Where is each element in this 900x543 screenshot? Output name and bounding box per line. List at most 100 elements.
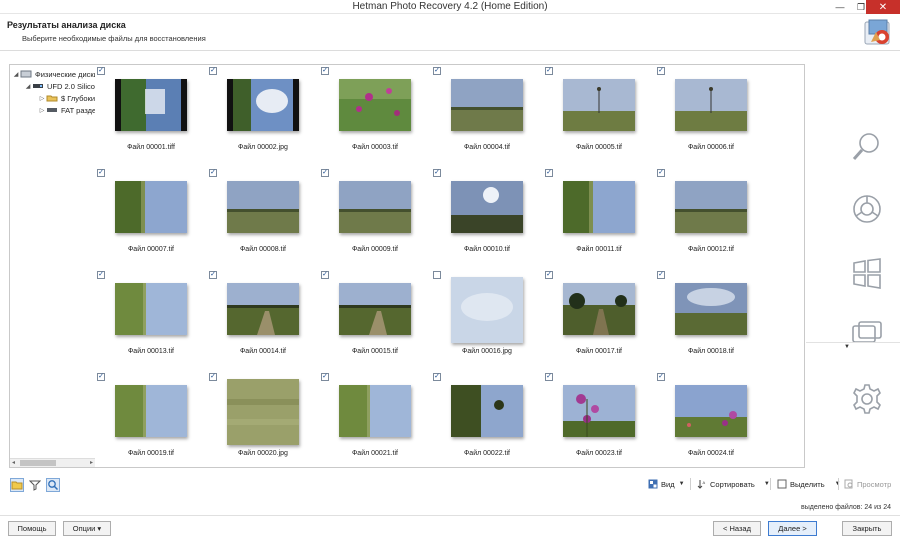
file-checkbox[interactable]: ✓ bbox=[209, 373, 217, 381]
expand-arrow-icon[interactable]: ▷ bbox=[38, 95, 46, 102]
file-item[interactable]: ✓ Файл 00007.tif bbox=[95, 167, 207, 269]
file-thumbnail[interactable] bbox=[451, 181, 523, 233]
file-thumbnail[interactable] bbox=[563, 79, 635, 131]
file-item[interactable]: ✓ Файл 00004.tif bbox=[431, 65, 543, 167]
file-checkbox[interactable]: ✓ bbox=[433, 67, 441, 75]
file-thumbnail[interactable] bbox=[339, 385, 411, 437]
file-item[interactable]: ✓ Файл 00011.tif bbox=[543, 167, 655, 269]
file-thumbnail[interactable] bbox=[115, 283, 187, 335]
file-thumbnail[interactable] bbox=[227, 79, 299, 131]
tree-item-fat[interactable]: ▷ FAT раздел bbox=[38, 104, 95, 116]
scroll-thumb[interactable] bbox=[20, 460, 56, 466]
file-thumbnail[interactable] bbox=[675, 181, 747, 233]
file-checkbox[interactable]: ✓ bbox=[657, 271, 665, 279]
file-item[interactable]: Файл 00016.jpg bbox=[431, 269, 543, 371]
file-checkbox[interactable]: ✓ bbox=[97, 169, 105, 177]
file-item[interactable]: ✓ Файл 00005.tif bbox=[543, 65, 655, 167]
search-tool-icon[interactable] bbox=[850, 130, 884, 164]
recovery-wheel-icon[interactable] bbox=[850, 192, 884, 226]
file-item[interactable]: ✓ Файл 00013.tif bbox=[95, 269, 207, 371]
tree-item-ufd[interactable]: ◢ UFD 2.0 Silicon bbox=[24, 80, 95, 92]
scroll-left-icon[interactable]: ◂ bbox=[12, 459, 15, 466]
file-thumbnail[interactable] bbox=[115, 385, 187, 437]
expand-arrow-icon[interactable]: ▷ bbox=[38, 107, 46, 114]
file-thumbnail[interactable] bbox=[339, 181, 411, 233]
close-button[interactable]: Закрыть bbox=[842, 521, 892, 536]
file-checkbox[interactable]: ✓ bbox=[433, 169, 441, 177]
gear-icon[interactable] bbox=[850, 382, 884, 416]
file-checkbox[interactable]: ✓ bbox=[209, 271, 217, 279]
file-item[interactable]: ✓ Файл 00014.tif bbox=[207, 269, 319, 371]
file-thumbnail[interactable] bbox=[451, 385, 523, 437]
windows-icon[interactable] bbox=[850, 256, 884, 290]
file-thumbnail-grid[interactable]: ✓ Файл 00001.tiff ✓ Файл 00002.jpg ✓ Файл 000… bbox=[95, 64, 805, 468]
file-checkbox[interactable]: ✓ bbox=[657, 67, 665, 75]
file-item[interactable]: ✓ Файл 00021.tif bbox=[319, 371, 431, 467]
view-button[interactable]: Вид ▼ bbox=[645, 476, 686, 492]
file-checkbox[interactable]: ✓ bbox=[321, 271, 329, 279]
file-thumbnail[interactable] bbox=[451, 79, 523, 131]
file-item[interactable]: ✓ Файл 00024.tif bbox=[655, 371, 767, 467]
file-thumbnail[interactable] bbox=[227, 379, 299, 445]
file-item[interactable]: ✓ Файл 00022.tif bbox=[431, 371, 543, 467]
file-thumbnail[interactable] bbox=[227, 283, 299, 335]
file-checkbox[interactable]: ✓ bbox=[209, 169, 217, 177]
tree-item-deep[interactable]: ▷ $ Глубокий bbox=[38, 92, 95, 104]
file-item[interactable]: ✓ Файл 00017.tif bbox=[543, 269, 655, 371]
help-button[interactable]: Помощь bbox=[8, 521, 56, 536]
file-item[interactable]: ✓ Файл 00020.jpg bbox=[207, 371, 319, 467]
file-item[interactable]: ✓ Файл 00015.tif bbox=[319, 269, 431, 371]
file-checkbox[interactable]: ✓ bbox=[545, 67, 553, 75]
file-thumbnail[interactable] bbox=[563, 385, 635, 437]
select-button[interactable]: Выделить ▼ bbox=[774, 476, 842, 492]
tree-item-physical-disks[interactable]: ◢ Физические диски bbox=[12, 68, 95, 80]
file-checkbox[interactable]: ✓ bbox=[321, 67, 329, 75]
file-checkbox[interactable]: ✓ bbox=[657, 169, 665, 177]
back-button[interactable]: < Назад bbox=[713, 521, 761, 536]
file-thumbnail[interactable] bbox=[563, 181, 635, 233]
file-item[interactable]: ✓ Файл 00009.tif bbox=[319, 167, 431, 269]
close-window-button[interactable]: ✕ bbox=[866, 0, 900, 14]
file-thumbnail[interactable] bbox=[675, 283, 747, 335]
file-thumbnail[interactable] bbox=[675, 79, 747, 131]
file-checkbox[interactable]: ✓ bbox=[545, 169, 553, 177]
file-checkbox[interactable]: ✓ bbox=[97, 67, 105, 75]
file-thumbnail[interactable] bbox=[115, 79, 187, 131]
file-item[interactable]: ✓ Файл 00010.tif bbox=[431, 167, 543, 269]
file-checkbox[interactable]: ✓ bbox=[321, 169, 329, 177]
disk-tree-panel[interactable]: ◢ Физические диски ◢ UFD 2.0 Silicon ▷ $… bbox=[9, 64, 96, 468]
tree-horizontal-scrollbar[interactable]: ◂ ▸ bbox=[10, 458, 95, 467]
file-item[interactable]: ✓ Файл 00012.tif bbox=[655, 167, 767, 269]
file-item[interactable]: ✓ Файл 00008.tif bbox=[207, 167, 319, 269]
file-checkbox[interactable]: ✓ bbox=[545, 271, 553, 279]
sort-button[interactable]: A Сортировать ▼ bbox=[694, 476, 771, 492]
file-thumbnail[interactable] bbox=[227, 181, 299, 233]
file-checkbox[interactable]: ✓ bbox=[97, 271, 105, 279]
collapse-arrow-icon[interactable]: ◢ bbox=[12, 71, 20, 78]
file-item[interactable]: ✓ Файл 00018.tif bbox=[655, 269, 767, 371]
options-button[interactable]: Опции ▾ bbox=[63, 521, 111, 536]
file-item[interactable]: ✓ Файл 00003.tif bbox=[319, 65, 431, 167]
file-checkbox[interactable]: ✓ bbox=[433, 373, 441, 381]
file-item[interactable]: ✓ Файл 00002.jpg bbox=[207, 65, 319, 167]
file-thumbnail[interactable] bbox=[339, 79, 411, 131]
panel-dropdown-icon[interactable]: ▼ bbox=[844, 344, 850, 350]
file-checkbox[interactable]: ✓ bbox=[545, 373, 553, 381]
file-thumbnail[interactable] bbox=[563, 283, 635, 335]
file-checkbox[interactable]: ✓ bbox=[209, 67, 217, 75]
file-checkbox[interactable]: ✓ bbox=[657, 373, 665, 381]
file-item[interactable]: ✓ Файл 00001.tiff bbox=[95, 65, 207, 167]
file-checkbox[interactable]: ✓ bbox=[321, 373, 329, 381]
file-item[interactable]: ✓ Файл 00006.tif bbox=[655, 65, 767, 167]
file-thumbnail[interactable] bbox=[339, 283, 411, 335]
file-item[interactable]: ✓ Файл 00023.tif bbox=[543, 371, 655, 467]
scroll-right-icon[interactable]: ▸ bbox=[90, 459, 93, 466]
file-thumbnail[interactable] bbox=[115, 181, 187, 233]
preview-button[interactable]: Просмотр bbox=[841, 476, 892, 492]
file-checkbox[interactable]: ✓ bbox=[97, 373, 105, 381]
file-thumbnail[interactable] bbox=[675, 385, 747, 437]
file-item[interactable]: ✓ Файл 00019.tif bbox=[95, 371, 207, 467]
file-checkbox[interactable] bbox=[433, 271, 441, 279]
file-thumbnail[interactable] bbox=[451, 277, 523, 343]
collapse-arrow-icon[interactable]: ◢ bbox=[24, 83, 32, 90]
